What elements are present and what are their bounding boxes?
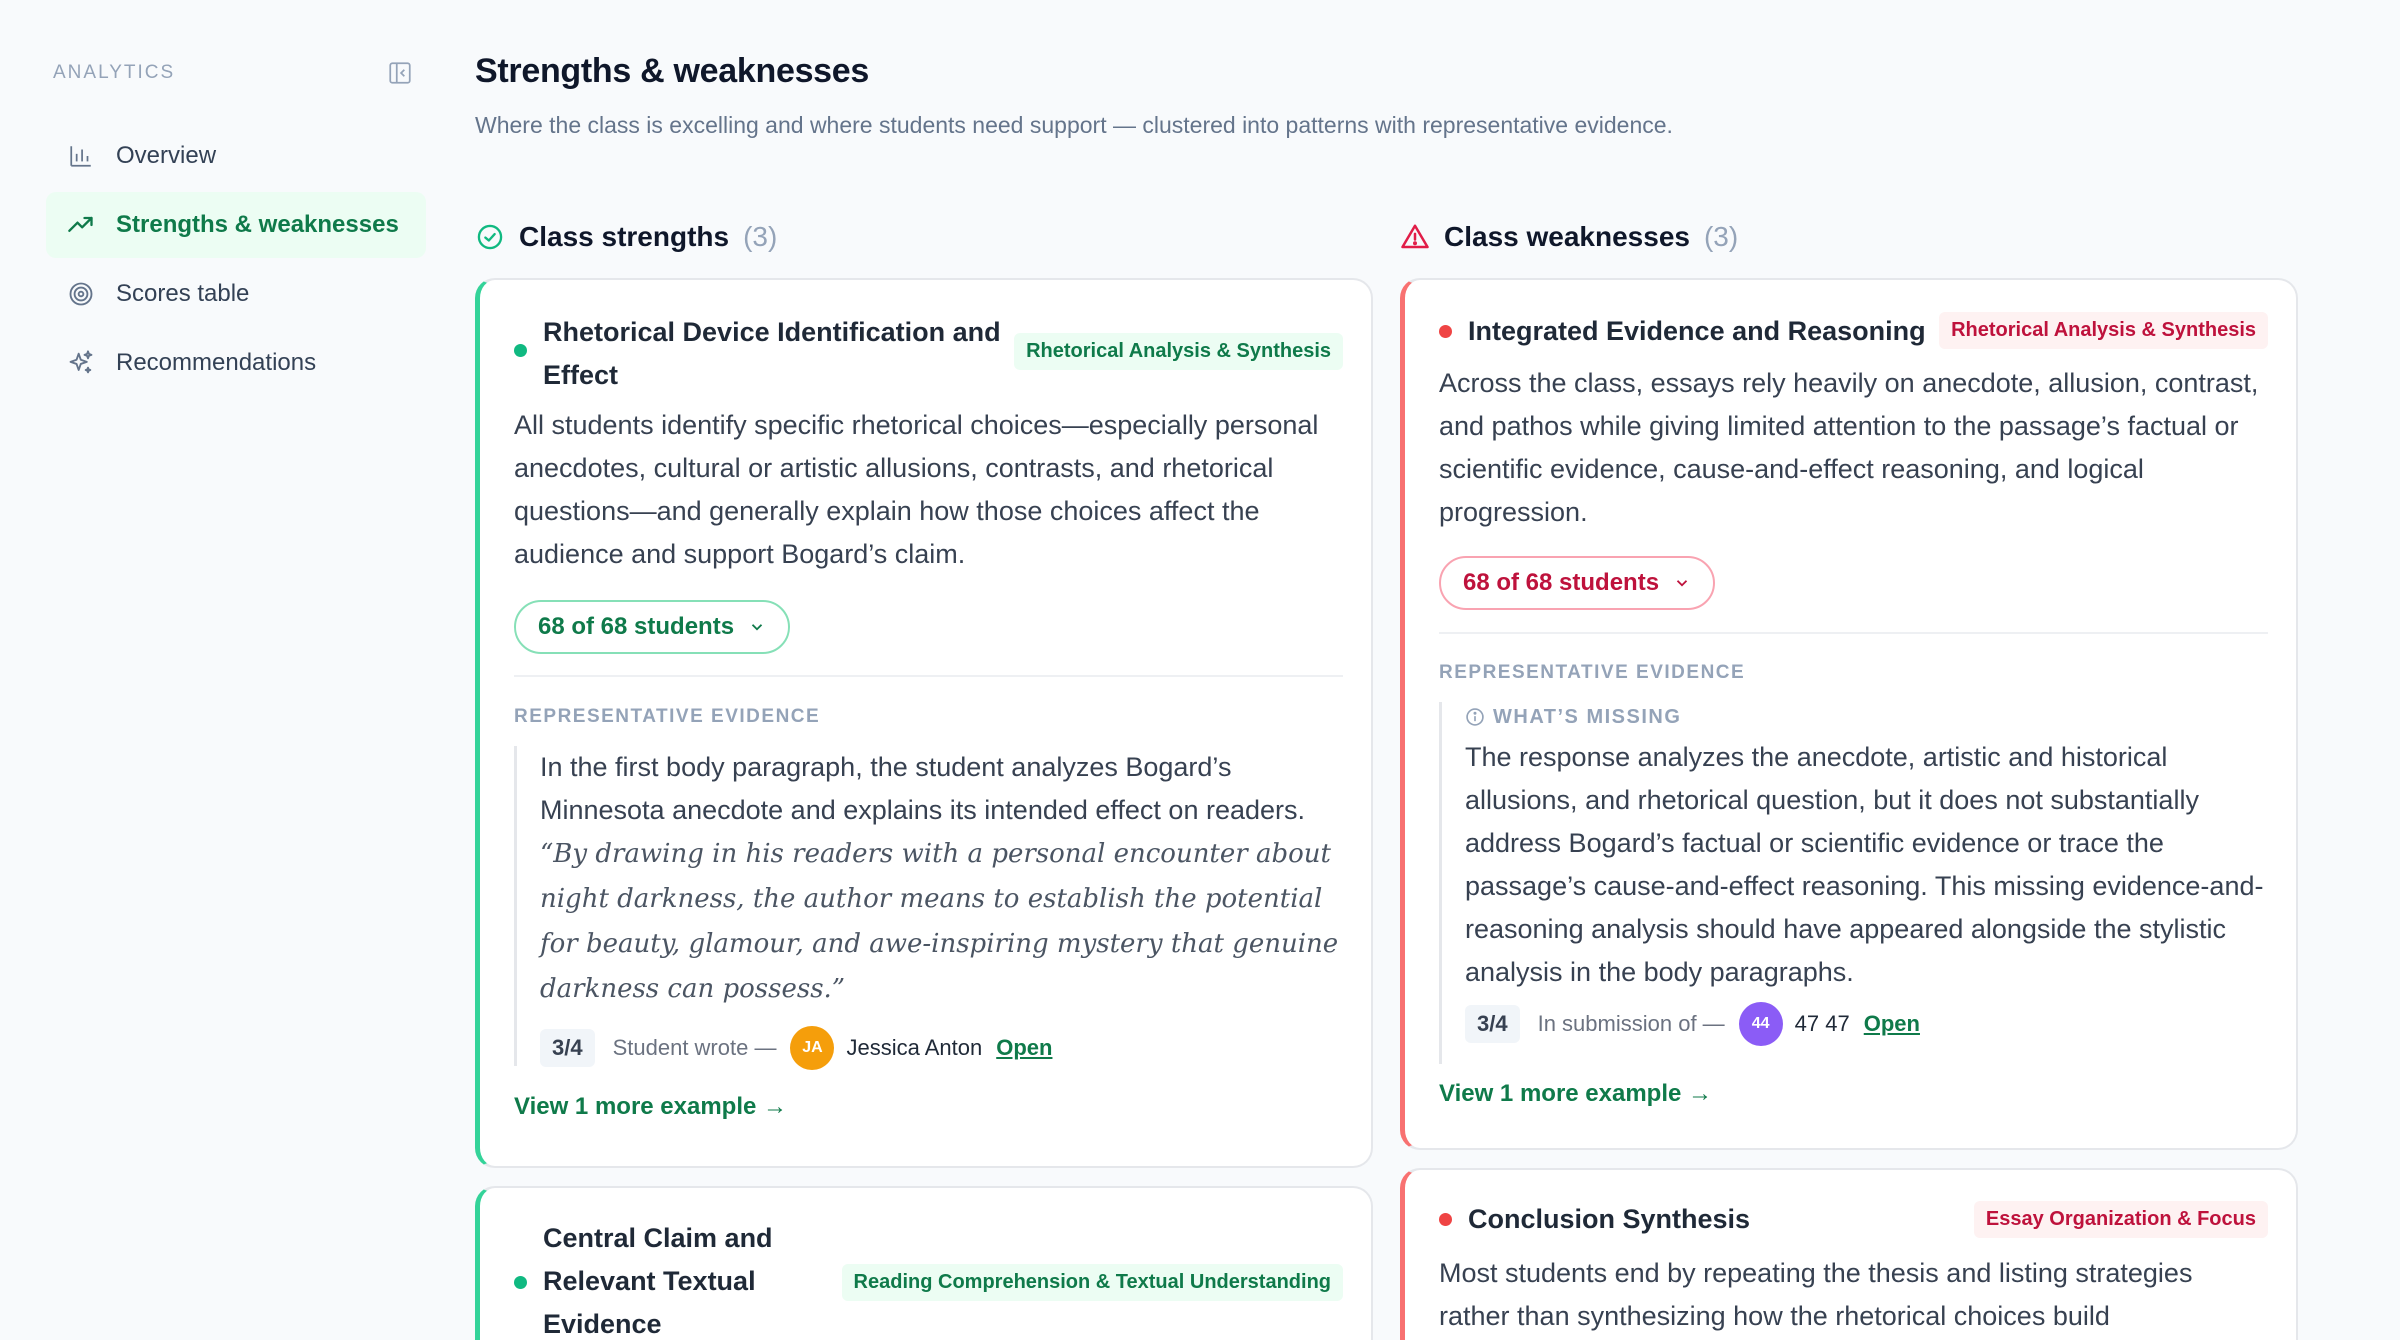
weakness-card: Integrated Evidence and Reasoning Rhetor… bbox=[1400, 278, 2298, 1150]
trend-up-icon bbox=[66, 210, 96, 240]
card-description: Across the class, essays rely heavily on… bbox=[1439, 368, 2259, 527]
sidebar-item-label: Recommendations bbox=[116, 349, 317, 376]
card-title-line: Rhetorical Device Identification and bbox=[543, 317, 1001, 347]
strengths-column: Class strengths (3) Rhetorical Device Id… bbox=[475, 216, 1373, 1340]
info-icon bbox=[1465, 707, 1485, 727]
score-badge: 3/4 bbox=[1465, 1005, 1520, 1043]
card-title: Integrated Evidence and Reasoning bbox=[1468, 316, 1926, 346]
sidebar-item-scores-table[interactable]: Scores table bbox=[46, 261, 426, 327]
whats-missing-label: WHAT’S MISSING bbox=[1465, 702, 2268, 732]
check-circle-icon bbox=[475, 222, 505, 252]
warning-triangle-icon bbox=[1400, 222, 1430, 252]
evidence-quote: “By drawing in his readers with a person… bbox=[540, 839, 1339, 1004]
evidence-meta: 3/4 Student wrote — JA Jessica Anton Ope… bbox=[540, 1026, 1343, 1070]
student-name: 47 47 bbox=[1794, 1011, 1850, 1036]
strengths-title: Class strengths bbox=[519, 221, 730, 252]
sidebar-title: ANALYTICS bbox=[53, 62, 176, 83]
card-description: Most students end by repeating the thesi… bbox=[1439, 1258, 2193, 1331]
submission-label: In submission of — bbox=[1537, 1011, 1725, 1036]
evidence-block: WHAT’S MISSING The response analyzes the… bbox=[1439, 702, 2268, 1064]
page-title: Strengths & weaknesses bbox=[475, 52, 870, 90]
page-subtitle: Where the class is excelling and where s… bbox=[475, 112, 1673, 138]
bar-chart-icon bbox=[66, 141, 96, 171]
divider bbox=[1439, 632, 2268, 634]
missing-label-text: WHAT’S MISSING bbox=[1493, 705, 1682, 728]
missing-text: The response analyzes the anecdote, arti… bbox=[1465, 742, 2264, 987]
student-wrote-label: Student wrote — bbox=[612, 1035, 777, 1060]
sparkles-icon bbox=[66, 348, 96, 378]
collapse-sidebar-icon[interactable] bbox=[385, 58, 415, 88]
card-description: All students identify specific rhetorica… bbox=[514, 410, 1319, 569]
open-submission-link[interactable]: Open bbox=[996, 1035, 1052, 1061]
student-name: Jessica Anton bbox=[846, 1035, 983, 1060]
category-tag: Rhetorical Analysis & Synthesis bbox=[1014, 333, 1343, 370]
category-tag: Reading Comprehension & Textual Understa… bbox=[841, 1264, 1343, 1301]
card-title-line: Evidence bbox=[543, 1309, 662, 1339]
evidence-block: In the first body paragraph, the student… bbox=[514, 746, 1343, 1070]
evidence-meta: 3/4 In submission of — 44 47 47 Open bbox=[1465, 1002, 2268, 1046]
students-count: 68 of 68 students bbox=[1463, 569, 1660, 596]
avatar: JA bbox=[790, 1026, 835, 1070]
divider bbox=[514, 675, 1343, 677]
evidence-text: In the first body paragraph, the student… bbox=[540, 752, 1306, 825]
evidence-label: REPRESENTATIVE EVIDENCE bbox=[1439, 662, 1746, 683]
students-dropdown[interactable]: 68 of 68 students bbox=[514, 600, 791, 654]
card-title-line: Relevant Textual bbox=[543, 1266, 756, 1296]
sidebar-item-label: Overview bbox=[116, 142, 217, 169]
weaknesses-count: (3) bbox=[1703, 221, 1739, 252]
view-more-examples-link[interactable]: View 1 more example → bbox=[514, 1093, 787, 1121]
status-dot bbox=[1439, 1213, 1452, 1226]
card-title-line: Central Claim and bbox=[543, 1223, 773, 1253]
strengths-header: Class strengths (3) bbox=[475, 216, 1373, 258]
category-tag: Essay Organization & Focus bbox=[1973, 1201, 2268, 1238]
card-title-line: Effect bbox=[543, 360, 619, 390]
strength-card: Central Claim and Relevant Textual Evide… bbox=[475, 1186, 1373, 1340]
sidebar-nav: Overview Strengths & weaknesses Scores t… bbox=[46, 123, 426, 399]
status-dot bbox=[514, 344, 527, 357]
weaknesses-column: Class weaknesses (3) Integrated Evidence… bbox=[1400, 216, 2298, 1340]
sidebar-header: ANALYTICS bbox=[53, 58, 415, 88]
sidebar: ANALYTICS Overview Strengths & weaknesse… bbox=[0, 0, 430, 1340]
view-more-examples-link[interactable]: View 1 more example → bbox=[1439, 1080, 1712, 1108]
strength-card: Rhetorical Device Identification and Eff… bbox=[475, 278, 1373, 1168]
strengths-count: (3) bbox=[743, 221, 778, 252]
weaknesses-title: Class weaknesses bbox=[1444, 221, 1690, 252]
weaknesses-header: Class weaknesses (3) bbox=[1400, 216, 2298, 258]
sidebar-item-recommendations[interactable]: Recommendations bbox=[46, 330, 426, 396]
chevron-down-icon bbox=[748, 618, 766, 636]
evidence-label: REPRESENTATIVE EVIDENCE bbox=[514, 706, 821, 727]
category-tag: Rhetorical Analysis & Synthesis bbox=[1939, 312, 2268, 349]
card-title: Central Claim and Relevant Textual Evide… bbox=[543, 1217, 843, 1340]
weakness-card: Conclusion Synthesis Essay Organization … bbox=[1400, 1168, 2298, 1340]
students-dropdown[interactable]: 68 of 68 students bbox=[1439, 556, 1716, 610]
students-count: 68 of 68 students bbox=[538, 613, 735, 640]
target-icon bbox=[66, 279, 96, 309]
status-dot bbox=[1439, 325, 1452, 338]
sidebar-item-label: Strengths & weaknesses bbox=[116, 211, 399, 238]
sidebar-item-label: Scores table bbox=[116, 280, 250, 307]
avatar: 44 bbox=[1738, 1002, 1783, 1046]
sidebar-item-strengths-weaknesses[interactable]: Strengths & weaknesses bbox=[46, 192, 426, 258]
score-badge: 3/4 bbox=[540, 1029, 595, 1067]
card-title: Conclusion Synthesis bbox=[1468, 1204, 1751, 1234]
chevron-down-icon bbox=[1673, 574, 1691, 592]
open-submission-link[interactable]: Open bbox=[1864, 1011, 1920, 1037]
sidebar-item-overview[interactable]: Overview bbox=[46, 123, 426, 189]
card-title: Rhetorical Device Identification and Eff… bbox=[543, 311, 1013, 397]
status-dot bbox=[514, 1276, 527, 1289]
